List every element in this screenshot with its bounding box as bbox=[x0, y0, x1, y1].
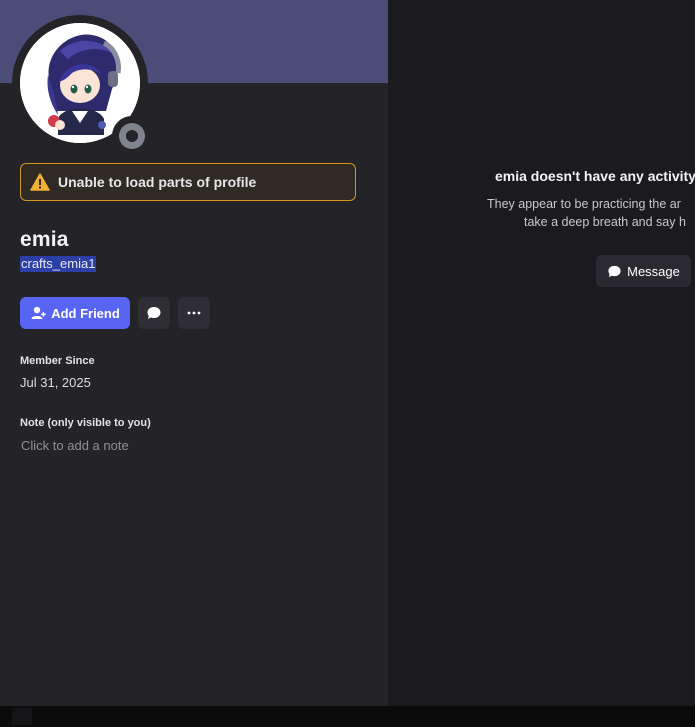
activity-empty-description-line1: They appear to be practicing the ar bbox=[487, 197, 681, 211]
member-since-label: Member Since bbox=[20, 355, 95, 367]
warning-text: Unable to load parts of profile bbox=[58, 174, 257, 190]
add-friend-label: Add Friend bbox=[51, 305, 120, 321]
note-label: Note (only visible to you) bbox=[20, 417, 151, 429]
profile-load-warning: Unable to load parts of profile bbox=[20, 163, 356, 201]
activity-message-button[interactable]: Message bbox=[596, 255, 691, 287]
avatar-frame bbox=[12, 15, 152, 156]
chat-bubble-icon bbox=[608, 265, 621, 277]
profile-panel: Unable to load parts of profile emia cra… bbox=[0, 0, 388, 706]
activity-panel: emia doesn't have any activity They appe… bbox=[388, 0, 695, 706]
ellipsis-icon bbox=[187, 311, 201, 315]
offline-status-icon bbox=[119, 123, 145, 149]
profile-window: Unable to load parts of profile emia cra… bbox=[0, 0, 695, 727]
note-input[interactable]: Click to add a note bbox=[21, 438, 129, 453]
message-button[interactable] bbox=[138, 297, 170, 329]
more-options-button[interactable] bbox=[178, 297, 210, 329]
activity-empty-title: emia doesn't have any activity bbox=[495, 168, 695, 184]
activity-empty-description-line2: take a deep breath and say h bbox=[524, 215, 686, 229]
profile-actions: Add Friend bbox=[20, 297, 210, 329]
username[interactable]: crafts_emia1 bbox=[20, 256, 97, 272]
message-label: Message bbox=[627, 263, 680, 279]
bottom-bar bbox=[0, 706, 695, 727]
member-since-value: Jul 31, 2025 bbox=[20, 375, 91, 390]
display-name: emia bbox=[20, 228, 69, 251]
status-indicator bbox=[112, 116, 152, 156]
warning-triangle-icon bbox=[30, 173, 50, 191]
add-user-icon bbox=[31, 306, 46, 319]
chat-bubble-icon bbox=[147, 307, 161, 319]
add-friend-button[interactable]: Add Friend bbox=[20, 297, 130, 329]
bottom-bar-chip bbox=[12, 708, 32, 725]
